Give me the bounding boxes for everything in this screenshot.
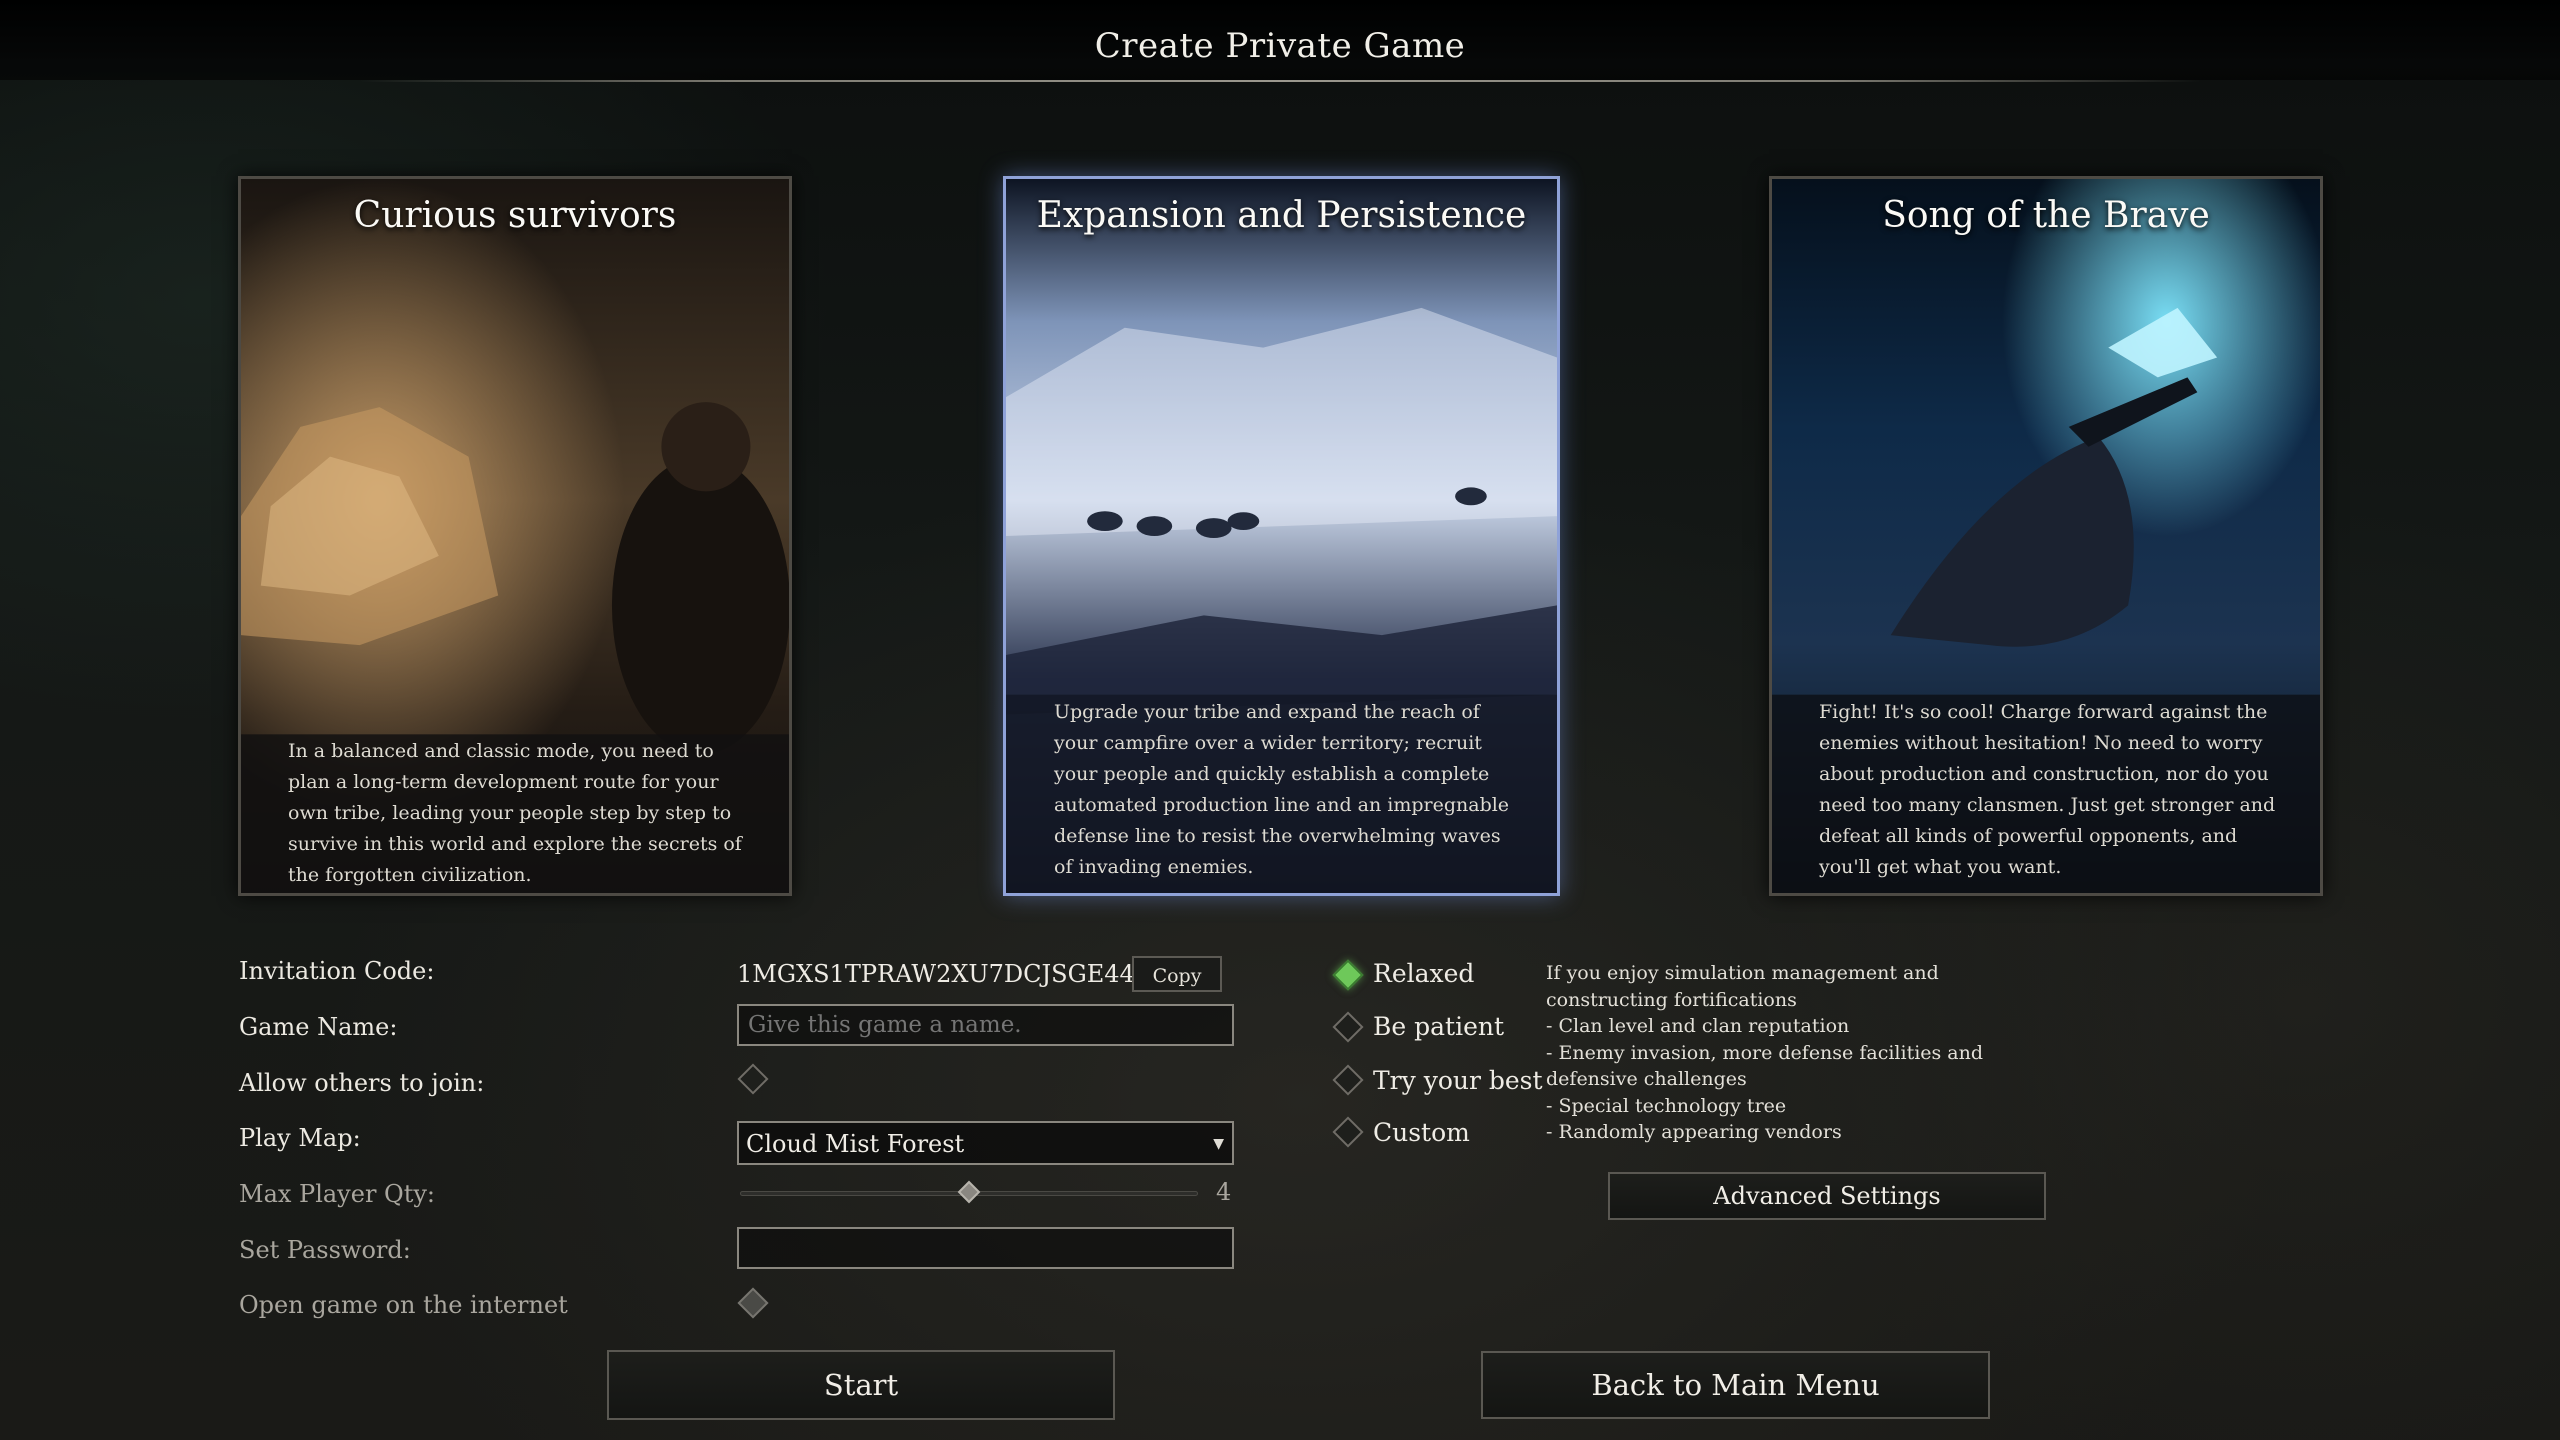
game-name-label: Game Name: xyxy=(239,1013,398,1041)
difficulty-description-line: - Special technology tree xyxy=(1546,1094,1787,1117)
play-map-value: Cloud Mist Forest xyxy=(746,1130,965,1158)
difficulty-label-relaxed[interactable]: Relaxed xyxy=(1373,959,1474,988)
dropdown-arrow-icon: ▼ xyxy=(1213,1136,1224,1152)
start-button[interactable]: Start xyxy=(607,1350,1115,1420)
open-internet-checkbox[interactable] xyxy=(737,1287,769,1319)
difficulty-radio-custom[interactable] xyxy=(1332,1116,1364,1148)
difficulty-description-line: - Enemy invasion, more defense facilitie… xyxy=(1546,1041,1984,1091)
mode-title: Expansion and Persistence xyxy=(1036,195,1527,236)
max-player-label: Max Player Qty: xyxy=(239,1180,436,1208)
difficulty-description-line: If you enjoy simulation management and c… xyxy=(1546,962,1939,1011)
difficulty-radio-relaxed[interactable] xyxy=(1332,959,1364,991)
invitation-code-label: Invitation Code: xyxy=(239,957,435,985)
mode-description: In a balanced and classic mode, you need… xyxy=(288,740,742,886)
title-bar: Create Private Game xyxy=(0,0,2560,82)
allow-join-label: Allow others to join: xyxy=(239,1069,485,1097)
allow-join-checkbox[interactable] xyxy=(737,1063,769,1095)
difficulty-description-line: - Clan level and clan reputation xyxy=(1546,1015,1850,1037)
mode-card-song-of-the-brave[interactable]: Song of the Brave Fight! It's so cool! C… xyxy=(1769,176,2323,896)
mode-title: Curious survivors xyxy=(353,195,677,236)
invitation-code: 1MGXS1TPRAW2XU7DCJSGE440B xyxy=(737,960,1168,988)
play-map-select[interactable]: Cloud Mist Forest ▼ xyxy=(737,1121,1234,1165)
play-map-label: Play Map: xyxy=(239,1124,361,1152)
page-title: Create Private Game xyxy=(1094,26,1466,66)
mode-description: Upgrade your tribe and expand the reach … xyxy=(1054,701,1510,878)
mode-card-expansion-persistence[interactable]: Expansion and Persistence Upgrade your t… xyxy=(1003,176,1560,896)
difficulty-label-be-patient[interactable]: Be patient xyxy=(1373,1012,1504,1041)
mode-description: Fight! It's so cool! Charge forward agai… xyxy=(1819,701,2276,878)
copy-button[interactable]: Copy xyxy=(1132,956,1222,992)
title-divider xyxy=(360,80,2200,82)
mode-card-curious-survivors[interactable]: Curious survivors In a balanced and clas… xyxy=(238,176,792,896)
difficulty-description-line: - Randomly appearing vendors xyxy=(1546,1121,1842,1143)
mode-title: Song of the Brave xyxy=(1882,195,2210,236)
difficulty-radio-try-your-best[interactable] xyxy=(1332,1064,1364,1096)
max-player-value: 4 xyxy=(1216,1178,1232,1206)
difficulty-label-try-your-best[interactable]: Try your best xyxy=(1373,1066,1543,1095)
game-name-input[interactable] xyxy=(737,1004,1234,1046)
max-player-slider-handle[interactable] xyxy=(957,1180,981,1204)
difficulty-radio-be-patient[interactable] xyxy=(1332,1011,1364,1043)
password-input[interactable] xyxy=(737,1227,1234,1269)
set-password-label: Set Password: xyxy=(239,1236,411,1264)
difficulty-label-custom[interactable]: Custom xyxy=(1373,1118,1470,1147)
open-internet-label: Open game on the internet xyxy=(239,1291,568,1319)
back-to-main-menu-button[interactable]: Back to Main Menu xyxy=(1481,1351,1990,1419)
advanced-settings-button[interactable]: Advanced Settings xyxy=(1608,1172,2046,1220)
difficulty-description: If you enjoy simulation management and c… xyxy=(1546,960,2066,1146)
